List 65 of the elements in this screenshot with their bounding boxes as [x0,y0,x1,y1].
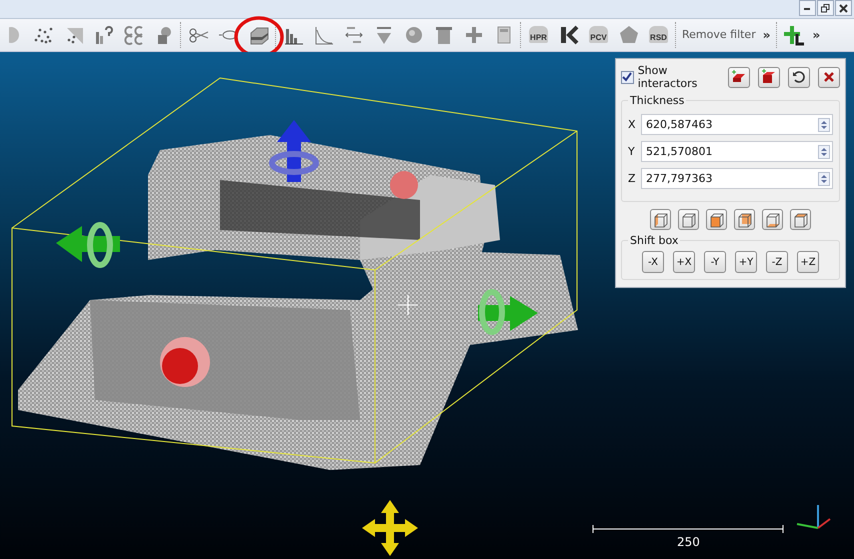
close-button[interactable] [818,66,840,88]
right-arrow-icon [478,289,538,335]
thickness-spinbox[interactable]: 277,797363 [641,168,833,189]
overflow-button[interactable]: » [760,28,772,42]
shift-button[interactable]: -Z [766,251,788,273]
minimize-button[interactable] [799,0,816,16]
spin-arrows-icon [818,144,830,158]
close-button[interactable] [835,0,852,16]
scale-bar-label: 250 [677,535,700,549]
minimize-icon [803,6,812,10]
close-icon [823,71,835,83]
shift-button[interactable]: +Z [797,251,819,273]
cube-face-button[interactable] [734,209,755,230]
remove-filter-button[interactable]: Remove filter [680,28,758,42]
extract-contour-button[interactable] [758,66,780,88]
cube-face-icon [764,212,780,228]
cube-face-icon [792,212,808,228]
axis-label: X [628,118,636,131]
cube-face-icon [652,212,668,228]
cube-face-button[interactable] [790,209,811,230]
cube-face-button[interactable] [762,209,783,230]
thickness-spinbox[interactable]: 620,587463 [641,114,833,135]
axis-label: Y [628,145,636,158]
thickness-spinbox[interactable]: 521,570801 [641,141,833,162]
cube-face-button[interactable] [706,209,727,230]
spin-arrows-icon [818,118,830,132]
scale-bar-icon [592,524,784,534]
checkbox[interactable] [621,70,634,84]
slice-icon [731,69,747,85]
checkmark-icon [622,72,632,82]
shift-button[interactable]: -X [642,251,664,273]
crosshair-icon [398,294,418,316]
cube-face-icon [680,212,696,228]
shift-button[interactable]: +Y [735,251,757,273]
letters-c-icon [122,24,144,46]
axis-label: Z [628,172,636,185]
shift-button[interactable]: -Y [704,251,726,273]
sphere-handle-icon [160,337,210,387]
block-icon [761,69,777,85]
restore-button[interactable] [817,0,834,16]
reset-button[interactable] [788,66,810,88]
axis-triad-icon [796,505,831,529]
move-handle-icon [362,500,418,556]
close-icon [839,4,848,12]
cube-face-icon [736,212,752,228]
up-arrow-icon [269,120,319,182]
shift-button[interactable]: +X [673,251,695,273]
cube-face-button[interactable] [650,209,671,230]
left-arrow-icon [56,222,120,268]
cube-face-button[interactable] [678,209,699,230]
sphere-handle-icon [390,171,418,199]
show-interactors-checkbox[interactable]: Show interactors [621,64,728,90]
cube-face-icon [708,212,724,228]
extract-slice-button[interactable] [728,66,750,88]
spin-arrows-icon [818,172,830,186]
shift-box-title: Shift box [629,234,680,247]
filter-tool-button[interactable]: RSD [645,20,672,49]
pentagon-icon [618,24,640,46]
thickness-title: Thickness [629,94,686,107]
overflow-button[interactable]: » [810,28,822,42]
restore-icon [821,4,830,12]
filter-tool-button[interactable]: PCV [585,20,612,49]
filter-tool-button[interactable]: HPR [525,20,552,49]
plus-l-icon [783,24,805,46]
reset-icon [792,70,806,84]
